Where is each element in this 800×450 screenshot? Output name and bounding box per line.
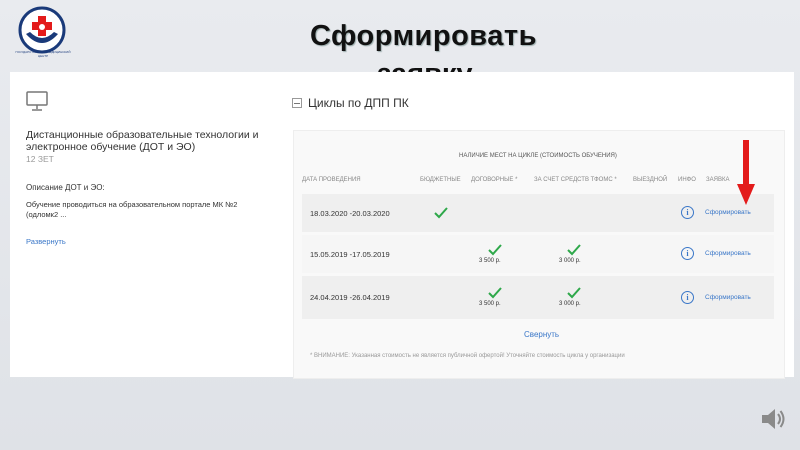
create-request-link[interactable]: Сформировать bbox=[705, 294, 751, 301]
check-icon bbox=[434, 207, 448, 219]
course-info: Дистанционные образовательные технологии… bbox=[10, 72, 280, 377]
create-request-link[interactable]: Сформировать bbox=[705, 209, 751, 216]
logo-caption: ГОСУДАРСТВЕННЫЙ МЕДИЦИНСКИЙ ЦЕНТР bbox=[15, 50, 71, 58]
col-contract: ДОГОВОРНЫЕ * bbox=[471, 177, 518, 183]
collapse-link[interactable]: Свернуть bbox=[524, 330, 559, 339]
collapse-toggle-icon[interactable] bbox=[292, 98, 302, 108]
info-icon[interactable]: i bbox=[681, 206, 694, 219]
table-row: 24.04.2019 -26.04.2019 3 500 р. 3 000 р.… bbox=[302, 276, 774, 319]
col-info: ИНФО bbox=[678, 177, 696, 183]
info-icon[interactable]: i bbox=[681, 247, 694, 260]
row-date: 18.03.2020 -20.03.2020 bbox=[310, 209, 390, 218]
course-panel: Дистанционные образовательные технологии… bbox=[10, 72, 794, 379]
description-text: Обучение проводиться на образовательном … bbox=[26, 200, 238, 219]
course-credits: 12 ЗЕТ bbox=[26, 154, 54, 164]
expand-link[interactable]: Развернуть bbox=[26, 237, 66, 246]
speaker-icon[interactable] bbox=[758, 404, 788, 434]
check-icon bbox=[488, 244, 502, 256]
col-tfoms: ЗА СЧЕТ СРЕДСТВ ТФОМС * bbox=[534, 177, 617, 183]
row-date: 24.04.2019 -26.04.2019 bbox=[310, 293, 390, 302]
col-request: ЗАЯВКА bbox=[706, 177, 730, 183]
contract-price: 3 500 р. bbox=[479, 301, 501, 307]
col-onsite: ВЫЕЗДНОЙ bbox=[633, 177, 668, 183]
tfoms-price: 3 000 р. bbox=[559, 258, 581, 264]
course-title: Дистанционные образовательные технологии… bbox=[26, 129, 259, 153]
check-icon bbox=[488, 287, 502, 299]
red-arrow-annotation bbox=[737, 140, 755, 205]
cycles-heading[interactable]: Циклы по ДПП ПК bbox=[292, 96, 409, 110]
check-icon bbox=[567, 244, 581, 256]
slide-title-line2: заявку bbox=[377, 60, 473, 72]
create-request-link[interactable]: Сформировать bbox=[705, 250, 751, 257]
table-row: 18.03.2020 -20.03.2020 i Сформировать bbox=[302, 194, 774, 232]
slide-title: Сформировать bbox=[310, 20, 537, 52]
cycles-table-card: НАЛИЧИЕ МЕСТ НА ЦИКЛЕ (СТОИМОСТЬ ОБУЧЕНИ… bbox=[293, 130, 785, 379]
contract-price: 3 500 р. bbox=[479, 258, 501, 264]
row-date: 15.05.2019 -17.05.2019 bbox=[310, 250, 390, 259]
price-disclaimer: * ВНИМАНИЕ: Указанная стоимость не являе… bbox=[310, 353, 625, 359]
col-budget: БЮДЖЕТНЫЕ bbox=[420, 177, 461, 183]
check-icon bbox=[567, 287, 581, 299]
info-icon[interactable]: i bbox=[681, 291, 694, 304]
availability-group-header: НАЛИЧИЕ МЕСТ НА ЦИКЛЕ (СТОИМОСТЬ ОБУЧЕНИ… bbox=[459, 153, 617, 159]
table-row: 15.05.2019 -17.05.2019 3 500 р. 3 000 р.… bbox=[302, 235, 774, 273]
col-date: ДАТА ПРОВЕДЕНИЯ bbox=[302, 177, 361, 183]
monitor-icon bbox=[26, 91, 48, 111]
description-heading: Описание ДОТ и ЭО: bbox=[26, 183, 105, 192]
tfoms-price: 3 000 р. bbox=[559, 301, 581, 307]
